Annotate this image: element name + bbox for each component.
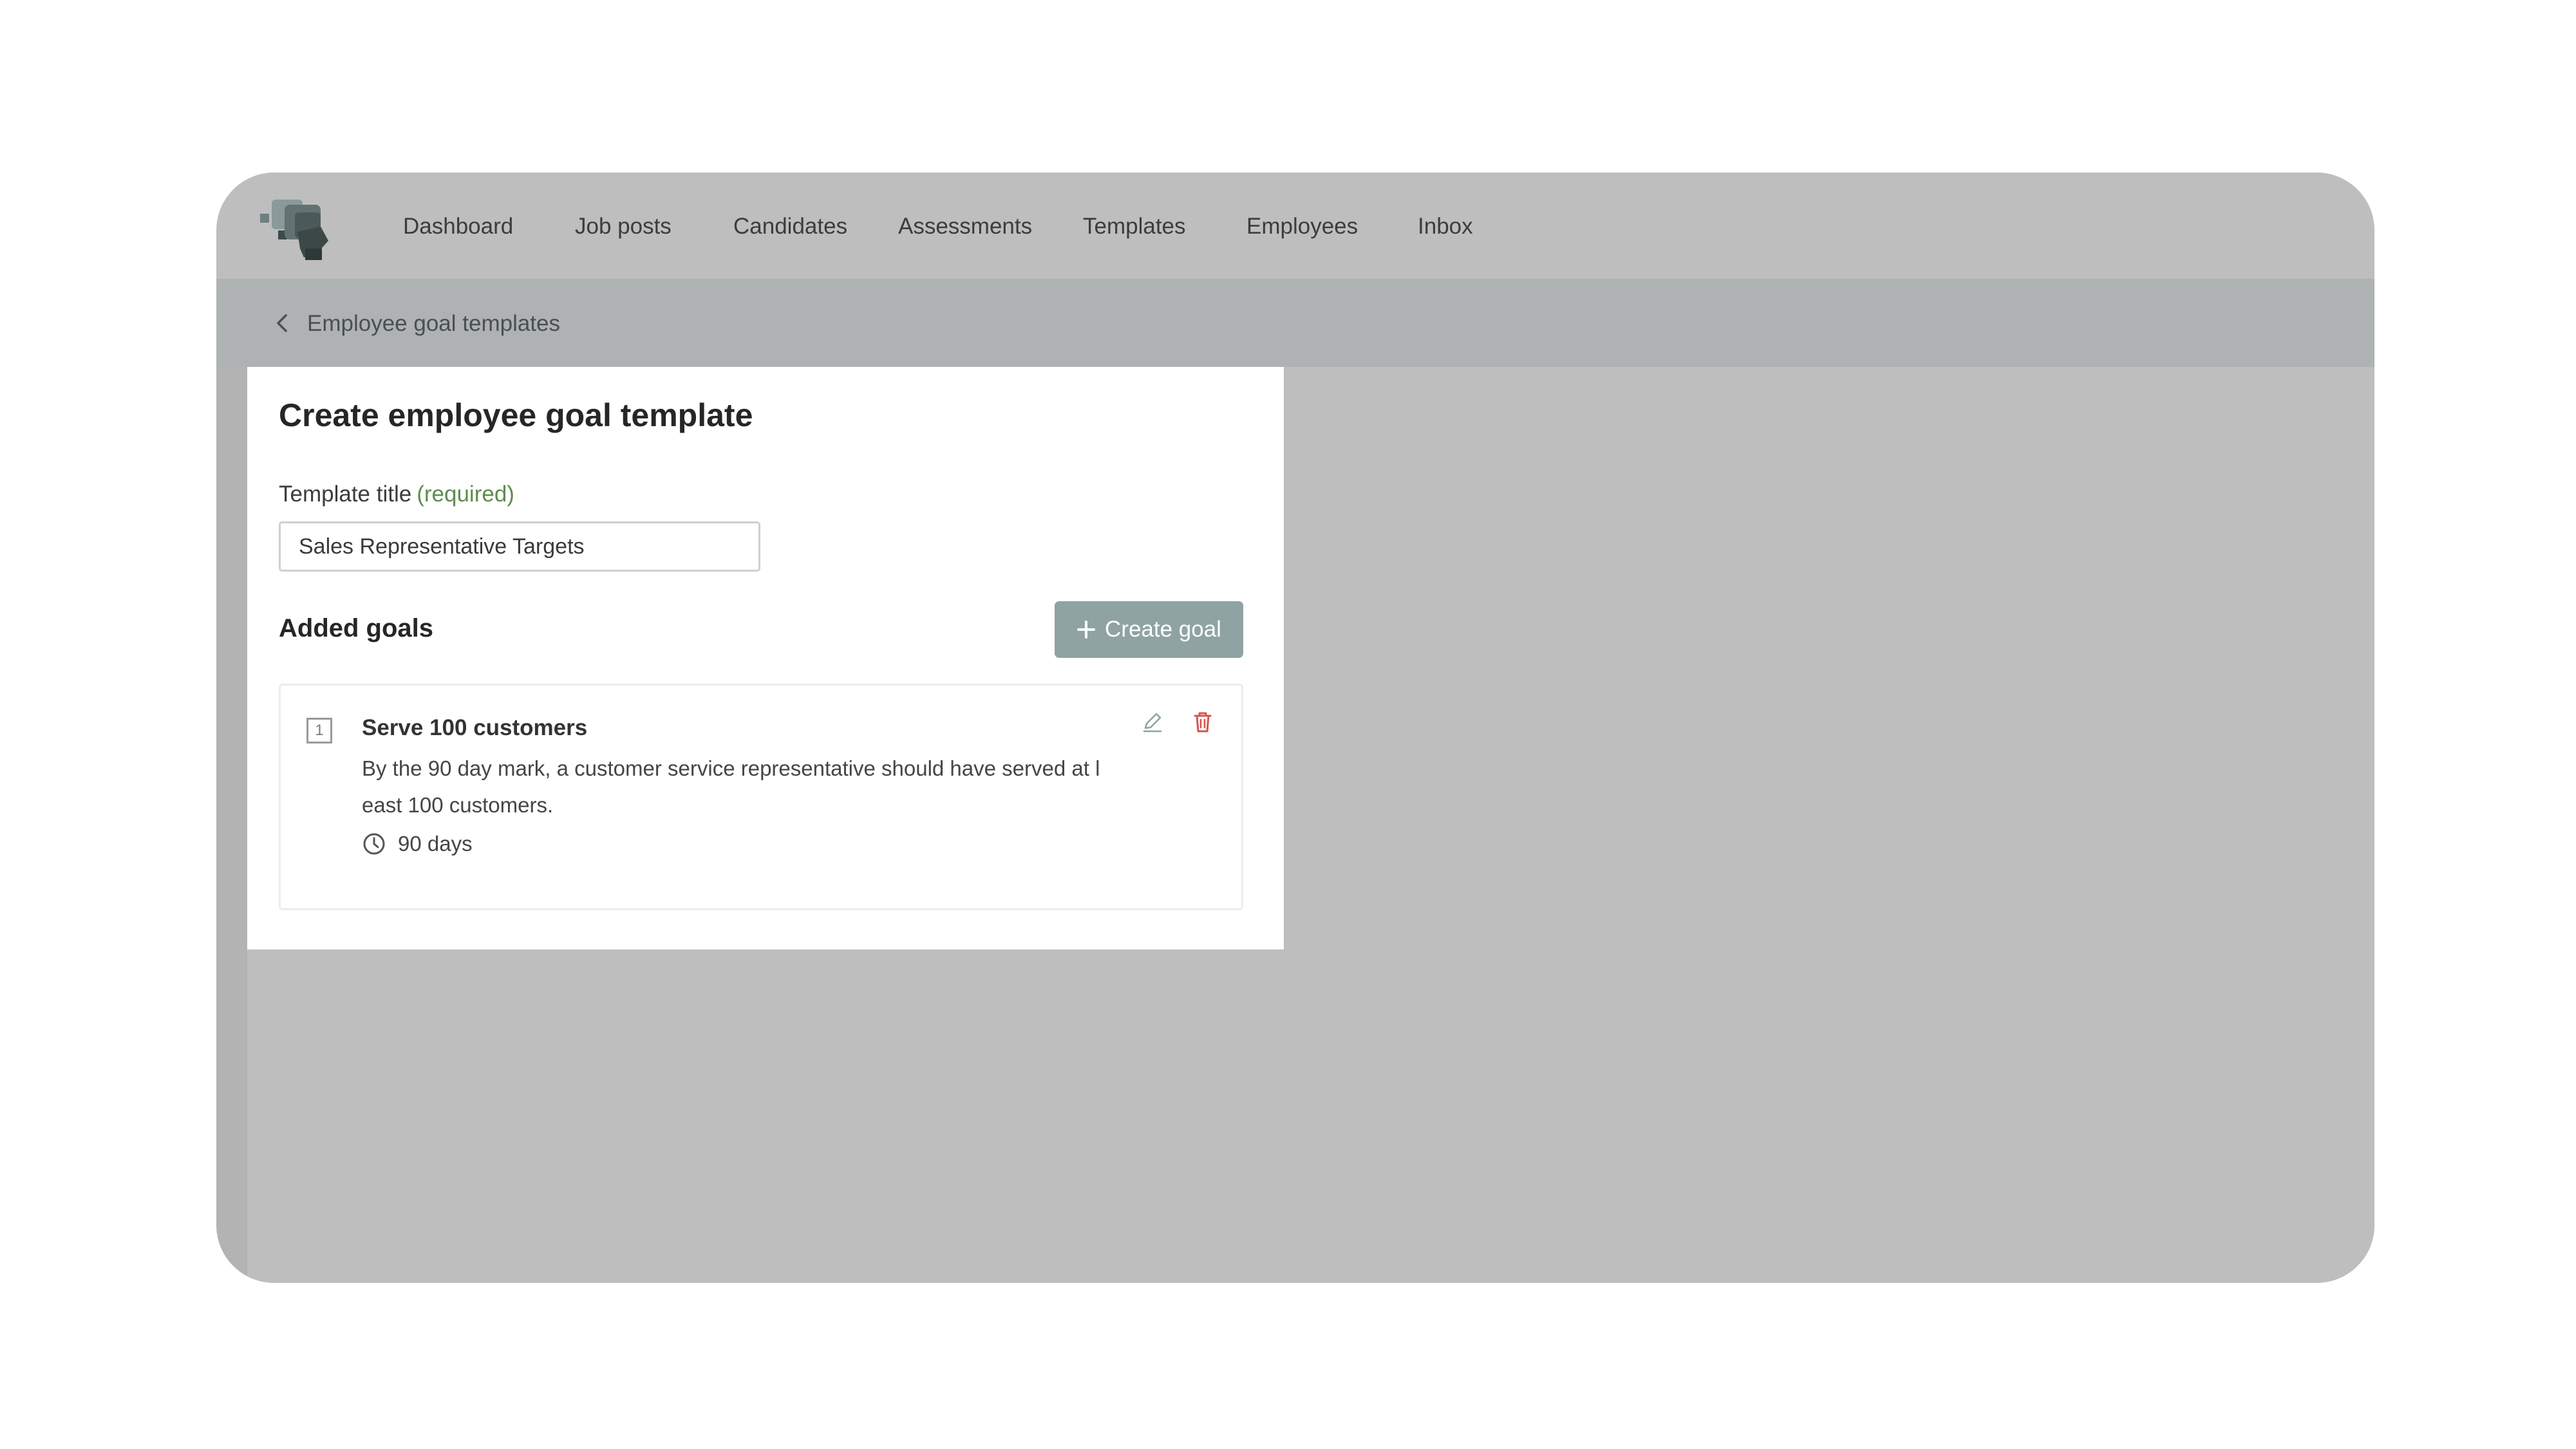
goal-title: Serve 100 customers (362, 715, 588, 740)
nav-inbox[interactable]: Inbox (1418, 173, 1473, 281)
chevron-left-icon[interactable] (272, 312, 295, 335)
plus-icon (1077, 621, 1096, 639)
create-template-panel: Create employee goal template Template t… (247, 367, 1284, 949)
top-navigation: Dashboard Job posts Candidates Assessmen… (216, 173, 2374, 281)
goal-description: By the 90 day mark, a customer service r… (362, 756, 1100, 817)
goal-duration-text: 90 days (398, 832, 473, 855)
goal-card: 1 Serve 100 customers By the 90 day mark… (279, 684, 1243, 910)
create-goal-label: Create goal (1105, 617, 1221, 642)
clock-icon (363, 833, 385, 855)
nav-employees[interactable]: Employees (1246, 173, 1358, 281)
nav-templates[interactable]: Templates (1083, 173, 1186, 281)
trash-icon[interactable] (1190, 710, 1215, 734)
template-title-label-text: Template title (279, 481, 412, 507)
required-indicator: (required) (417, 481, 514, 507)
nav-job-posts[interactable]: Job posts (575, 173, 672, 281)
breadcrumb: Employee goal templates (216, 281, 2374, 367)
create-goal-button[interactable]: Create goal (1055, 601, 1243, 658)
brand-logo-icon[interactable] (259, 193, 336, 261)
pencil-icon[interactable] (1140, 710, 1165, 734)
template-title-label: Template title (required) (279, 481, 514, 507)
page-title: Create employee goal template (279, 397, 753, 433)
nav-assessments[interactable]: Assessments (898, 173, 1032, 281)
breadcrumb-back-link[interactable]: Employee goal templates (307, 281, 560, 367)
nav-candidates[interactable]: Candidates (733, 173, 847, 281)
app-window: Dashboard Job posts Candidates Assessmen… (216, 173, 2374, 1283)
left-sidebar-strip (216, 367, 247, 1283)
goal-number-badge: 1 (306, 718, 332, 743)
goal-duration: 90 days (362, 828, 473, 859)
nav-dashboard[interactable]: Dashboard (403, 173, 513, 281)
added-goals-heading: Added goals (279, 614, 434, 642)
template-title-input[interactable] (279, 521, 760, 572)
